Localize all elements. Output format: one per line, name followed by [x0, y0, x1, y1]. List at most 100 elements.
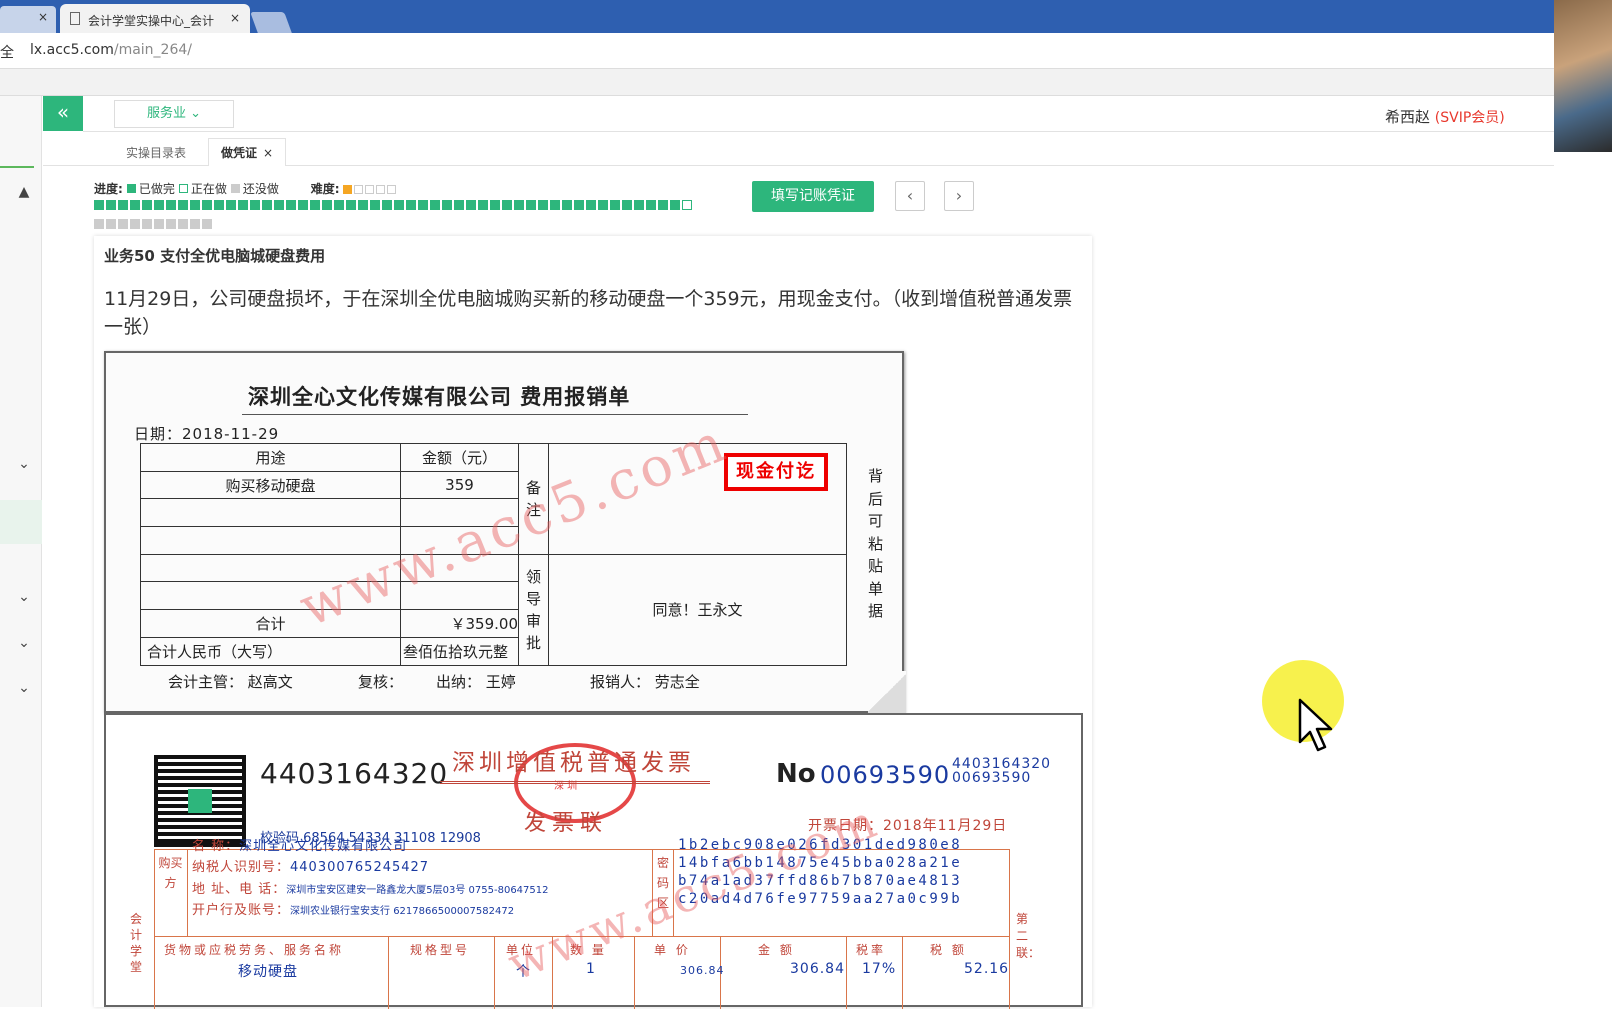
- tab-voucher[interactable]: 做凭证 ×: [208, 138, 287, 166]
- progress-cell[interactable]: [226, 200, 236, 210]
- progress-cell[interactable]: [94, 200, 104, 210]
- progress-cell[interactable]: [94, 219, 104, 229]
- progress-cell[interactable]: [442, 200, 452, 210]
- close-icon[interactable]: ×: [38, 10, 48, 24]
- progress-cell[interactable]: [214, 200, 224, 210]
- fill-voucher-button[interactable]: 填写记账凭证: [752, 181, 874, 212]
- progress-cell[interactable]: [274, 200, 284, 210]
- progress-cell[interactable]: [190, 200, 200, 210]
- chevron-down-icon[interactable]: ⌄: [14, 589, 34, 605]
- new-tab-button[interactable]: [250, 12, 292, 33]
- progress-cell[interactable]: [610, 200, 620, 210]
- col-amount: 金 额: [758, 943, 795, 957]
- browser-tab-active[interactable]: 会计学堂实操中心_会计 ×: [60, 4, 250, 33]
- chevron-down-icon[interactable]: ⌄: [14, 456, 34, 472]
- progress-cell[interactable]: [118, 200, 128, 210]
- progress-cell[interactable]: [154, 200, 164, 210]
- progress-cell[interactable]: [430, 200, 440, 210]
- sidebar-highlight-item[interactable]: [0, 500, 42, 544]
- progress-cell[interactable]: [526, 200, 536, 210]
- progress-cell[interactable]: [130, 200, 140, 210]
- progress-cell[interactable]: [478, 200, 488, 210]
- progress-cell[interactable]: [382, 200, 392, 210]
- progress-cell[interactable]: [154, 219, 164, 229]
- progress-cell[interactable]: [490, 200, 500, 210]
- collapse-sidebar-button[interactable]: «: [43, 96, 83, 131]
- close-icon[interactable]: ×: [230, 11, 240, 25]
- progress-cell[interactable]: [370, 200, 380, 210]
- progress-cell[interactable]: [118, 219, 128, 229]
- voucher-date: 日期：2018-11-29: [134, 425, 280, 443]
- chevron-up-icon[interactable]: ▲: [14, 184, 34, 200]
- user-info[interactable]: 希西赵 (SVIP会员): [1385, 106, 1505, 127]
- progress-cell[interactable]: [106, 219, 116, 229]
- chevron-down-icon[interactable]: ⌄: [14, 680, 34, 696]
- progress-cell[interactable]: [550, 200, 560, 210]
- buyer-name: 深圳全心文化传媒有限公司: [239, 839, 408, 854]
- progress-cell[interactable]: [322, 200, 332, 210]
- row-purpose: [140, 498, 401, 528]
- progress-cell[interactable]: [178, 200, 188, 210]
- progress-cell[interactable]: [502, 200, 512, 210]
- tab-voucher-label: 做凭证: [221, 146, 258, 160]
- progress-cell[interactable]: [658, 200, 668, 210]
- cash-paid-stamp: 现金付讫: [724, 453, 828, 491]
- progress-cell[interactable]: [670, 200, 680, 210]
- progress-cell[interactable]: [286, 200, 296, 210]
- progress-cell[interactable]: [262, 200, 272, 210]
- progress-cell[interactable]: [574, 200, 584, 210]
- page-icon: [70, 12, 80, 25]
- progress-cell[interactable]: [454, 200, 464, 210]
- progress-cell[interactable]: [238, 200, 248, 210]
- progress-cell[interactable]: [166, 219, 176, 229]
- invoice-number: 00693590: [820, 761, 951, 789]
- progress-cell[interactable]: [202, 200, 212, 210]
- next-button[interactable]: ›: [944, 181, 974, 211]
- progress-cell[interactable]: [142, 200, 152, 210]
- progress-cell[interactable]: [586, 200, 596, 210]
- difficulty-star-icon: [365, 185, 375, 194]
- progress-cell[interactable]: [562, 200, 572, 210]
- doing-label: 正在做: [190, 182, 227, 196]
- progress-cell[interactable]: [334, 200, 344, 210]
- mouse-cursor-icon: [1298, 698, 1333, 752]
- progress-cell[interactable]: [358, 200, 368, 210]
- chevron-down-icon[interactable]: ⌄: [14, 635, 34, 651]
- url-path: /main_264/: [113, 42, 192, 58]
- progress-cell[interactable]: [514, 200, 524, 210]
- progress-cell[interactable]: [406, 200, 416, 210]
- progress-cell[interactable]: [190, 219, 200, 229]
- progress-cell[interactable]: [418, 200, 428, 210]
- progress-cell[interactable]: [646, 200, 656, 210]
- progress-cell[interactable]: [202, 219, 212, 229]
- url-text[interactable]: lx.acc5.com/main_264/: [30, 42, 192, 58]
- progress-cell[interactable]: [142, 219, 152, 229]
- industry-dropdown[interactable]: 服务业 ⌄: [114, 100, 234, 128]
- progress-cell[interactable]: [394, 200, 404, 210]
- progress-cell[interactable]: [466, 200, 476, 210]
- progress-cell[interactable]: [250, 200, 260, 210]
- progress-cell[interactable]: [310, 200, 320, 210]
- progress-cell[interactable]: [538, 200, 548, 210]
- address-bar[interactable]: 全 lx.acc5.com/main_264/: [0, 33, 1612, 69]
- tab-catalog[interactable]: 实操目录表: [114, 140, 198, 165]
- buyer-tax-id: 440300765245427: [290, 860, 430, 875]
- col-rate: 税率: [856, 943, 887, 957]
- progress-cell[interactable]: [634, 200, 644, 210]
- close-icon[interactable]: ×: [263, 146, 273, 160]
- browser-tab-previous[interactable]: ×: [0, 6, 56, 33]
- progress-cell[interactable]: [598, 200, 608, 210]
- tab-title: 会计学堂实操中心_会计: [88, 14, 215, 28]
- todo-swatch: [230, 184, 240, 193]
- progress-cell[interactable]: [298, 200, 308, 210]
- prev-button[interactable]: ‹: [895, 181, 925, 211]
- progress-cell[interactable]: [106, 200, 116, 210]
- progress-cell[interactable]: [166, 200, 176, 210]
- progress-cell[interactable]: [682, 200, 692, 210]
- progress-cell[interactable]: [130, 219, 140, 229]
- approve-label: 领导审批: [518, 553, 549, 666]
- progress-cell[interactable]: [346, 200, 356, 210]
- difficulty-star-icon: [343, 185, 353, 194]
- progress-cell[interactable]: [622, 200, 632, 210]
- progress-cell[interactable]: [178, 219, 188, 229]
